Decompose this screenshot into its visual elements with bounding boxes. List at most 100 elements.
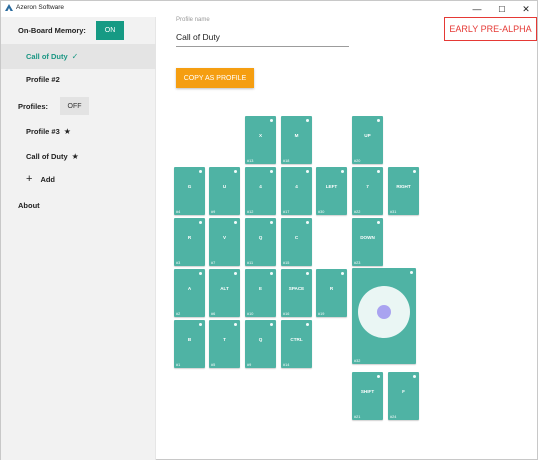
key-button[interactable]: F #24 — [388, 372, 419, 420]
profiles-toggle[interactable]: OFF — [60, 97, 89, 115]
key-button[interactable]: V #7 — [209, 218, 240, 266]
key-button[interactable]: G #4 — [174, 167, 205, 215]
key-settings-icon — [341, 170, 344, 173]
key-number: #10 — [247, 312, 254, 316]
key-button[interactable]: X #13 — [245, 116, 276, 164]
sidebar-item-profile-3[interactable]: Profile #3 ★ — [1, 119, 156, 144]
key-label: V — [222, 235, 227, 240]
joystick-center-icon — [377, 305, 391, 319]
key-number: #21 — [354, 415, 361, 419]
key-label: ALT — [220, 286, 229, 291]
key-button[interactable]: RIGHT #31 — [388, 167, 419, 215]
minimize-button[interactable]: — — [467, 1, 487, 17]
plus-icon: + — [26, 173, 33, 185]
sidebar-item-about[interactable]: About — [18, 201, 40, 210]
key-button[interactable]: C #15 — [281, 218, 312, 266]
key-label: T — [223, 337, 226, 342]
key-button[interactable]: ALT #6 — [209, 269, 240, 317]
key-settings-icon — [306, 119, 309, 122]
key-settings-icon — [377, 170, 380, 173]
early-pre-alpha-badge: EARLY PRE-ALPHA — [444, 17, 537, 41]
key-label: X — [258, 133, 263, 138]
key-button[interactable]: SPACE #16 — [281, 269, 312, 317]
key-label: 7 — [366, 184, 369, 189]
key-settings-icon — [234, 272, 237, 275]
key-button[interactable]: DOWN #23 — [352, 218, 383, 266]
key-button[interactable]: Q #9 — [245, 320, 276, 368]
key-label: C — [294, 235, 299, 240]
key-label: F — [402, 389, 405, 394]
key-number: #12 — [247, 210, 254, 214]
key-number: #17 — [283, 210, 290, 214]
key-settings-icon — [270, 170, 273, 173]
key-number: #31 — [390, 210, 397, 214]
key-label: DOWN — [360, 235, 375, 240]
sidebar: On-Board Memory: ON Call of Duty ✓ Profi… — [1, 17, 156, 460]
close-button[interactable]: ✕ — [516, 1, 536, 17]
key-button[interactable]: LEFT #30 — [316, 167, 347, 215]
key-button[interactable]: R #19 — [316, 269, 347, 317]
key-button[interactable]: CTRL #14 — [281, 320, 312, 368]
profile-name-input[interactable] — [176, 27, 349, 47]
key-button[interactable]: E #10 — [245, 269, 276, 317]
key-button[interactable]: M #18 — [281, 116, 312, 164]
app-window: Azeron Software — ☐ ✕ On-Board Memory: O… — [0, 0, 538, 460]
key-settings-icon — [377, 375, 380, 378]
key-settings-icon — [270, 119, 273, 122]
sidebar-item-call-of-duty[interactable]: Call of Duty ★ — [1, 144, 156, 169]
key-label: Q — [258, 337, 263, 342]
key-number: #18 — [283, 159, 290, 163]
key-label: UP — [364, 133, 371, 138]
key-button[interactable]: 4 #12 — [245, 167, 276, 215]
maximize-button[interactable]: ☐ — [492, 1, 512, 17]
key-settings-icon — [234, 170, 237, 173]
key-number: #22 — [354, 210, 361, 214]
key-settings-icon — [306, 221, 309, 224]
key-number: #16 — [283, 312, 290, 316]
key-button[interactable]: R #3 — [174, 218, 205, 266]
sidebar-item-profile-2[interactable]: Profile #2 — [1, 67, 156, 92]
profiles-label: Profiles: — [18, 102, 49, 111]
sidebar-item-onboard-call-of-duty[interactable]: Call of Duty ✓ — [1, 44, 156, 69]
key-button[interactable]: T #5 — [209, 320, 240, 368]
azeron-logo-icon — [5, 4, 13, 11]
key-number: #30 — [318, 210, 325, 214]
key-label: M — [294, 133, 299, 138]
onboard-memory-toggle[interactable]: ON — [96, 21, 124, 40]
key-button[interactable]: B #1 — [174, 320, 205, 368]
key-settings-icon — [199, 323, 202, 326]
key-button[interactable]: A #2 — [174, 269, 205, 317]
key-number: #19 — [318, 312, 325, 316]
key-number: #6 — [211, 312, 216, 316]
key-settings-icon — [306, 170, 309, 173]
sidebar-item-label: Profile #2 — [26, 75, 60, 84]
key-button[interactable]: 4 #17 — [281, 167, 312, 215]
key-number: #13 — [247, 159, 254, 163]
copy-as-profile-button[interactable]: COPY AS PROFILE — [176, 68, 254, 88]
key-number: #9 — [247, 363, 252, 367]
add-label: Add — [40, 175, 56, 184]
key-number: #32 — [354, 359, 361, 363]
key-label: CTRL — [290, 337, 303, 342]
sidebar-item-label: Call of Duty — [26, 52, 68, 61]
key-button[interactable]: U #9 — [209, 167, 240, 215]
key-settings-icon — [270, 272, 273, 275]
key-number: #20 — [354, 159, 361, 163]
key-number: #11 — [247, 261, 254, 265]
key-label: G — [187, 184, 192, 189]
star-icon[interactable]: ★ — [72, 152, 79, 161]
key-button[interactable]: SHIFT #21 — [352, 372, 383, 420]
key-button[interactable]: UP #20 — [352, 116, 383, 164]
key-button[interactable]: 7 #22 — [352, 167, 383, 215]
star-icon[interactable]: ★ — [64, 127, 71, 136]
add-profile-button[interactable]: + Add — [26, 173, 56, 185]
key-label: 4 — [259, 184, 262, 189]
key-label: B — [187, 337, 192, 342]
key-number: #24 — [390, 415, 397, 419]
key-label: R — [187, 235, 192, 240]
key-number: #7 — [211, 261, 216, 265]
key-button[interactable]: Q #11 — [245, 218, 276, 266]
thumbstick-button[interactable]: #32 — [352, 268, 416, 364]
key-settings-icon — [199, 272, 202, 275]
key-number: #9 — [211, 210, 216, 214]
